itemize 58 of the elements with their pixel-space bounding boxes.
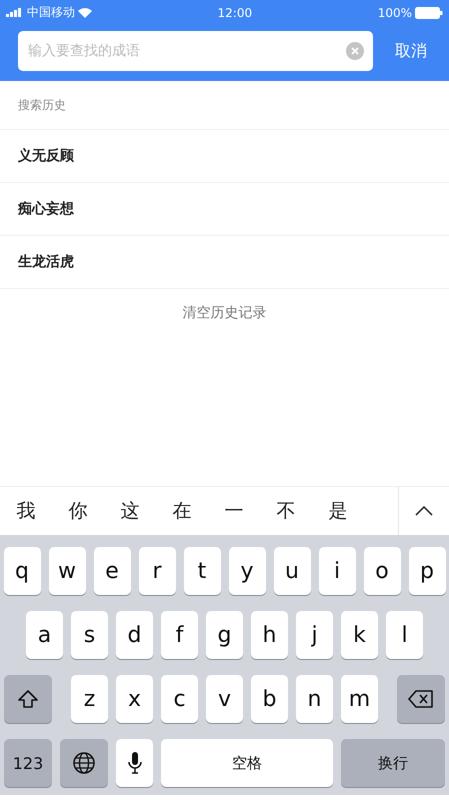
clear-history-button[interactable]: 清空历史记录: [176, 303, 272, 323]
key[interactable]: t: [184, 547, 220, 595]
key[interactable]: w: [48, 547, 86, 595]
search-field[interactable]: 输入要查找的成语: [18, 31, 373, 71]
key[interactable]: f: [161, 611, 198, 659]
candidate-word[interactable]: 我: [0, 498, 52, 524]
clock-time: 12:00: [218, 6, 252, 20]
key[interactable]: p: [408, 547, 446, 595]
section-title: 搜索历史: [18, 96, 66, 114]
microphone-key[interactable]: [116, 739, 153, 787]
key[interactable]: r: [138, 547, 176, 595]
key[interactable]: b: [251, 675, 288, 723]
battery-percent: 100%: [378, 6, 412, 20]
key[interactable]: v: [206, 675, 243, 723]
shift-key[interactable]: [4, 675, 52, 723]
key[interactable]: y: [228, 547, 266, 595]
history-item[interactable]: 生龙活虎: [0, 236, 449, 289]
key[interactable]: q: [4, 547, 40, 595]
key[interactable]: c: [161, 675, 198, 723]
globe-icon: [72, 751, 96, 775]
candidate-word[interactable]: 不: [260, 498, 312, 524]
cancel-button[interactable]: 取消: [373, 40, 449, 62]
key[interactable]: a: [26, 611, 63, 659]
return-key[interactable]: 换行: [341, 739, 445, 787]
candidate-word[interactable]: 一: [208, 498, 260, 524]
candidate-word[interactable]: 在: [156, 498, 208, 524]
signal-icon: [6, 8, 24, 17]
candidate-word[interactable]: 是: [312, 498, 364, 524]
key[interactable]: u: [274, 547, 310, 595]
battery-icon: [415, 6, 443, 18]
key[interactable]: s: [71, 611, 108, 659]
numbers-key[interactable]: 123: [4, 739, 52, 787]
wifi-icon: [78, 8, 92, 18]
delete-key[interactable]: [397, 675, 445, 723]
key[interactable]: g: [206, 611, 243, 659]
history-item[interactable]: 痴心妄想: [0, 183, 449, 236]
history-item[interactable]: 义无反顾: [0, 130, 449, 183]
key[interactable]: i: [318, 547, 356, 595]
key[interactable]: n: [296, 675, 333, 723]
shift-icon: [17, 689, 39, 709]
carrier-name: 中国移动: [27, 4, 75, 21]
microphone-icon: [128, 751, 142, 775]
key[interactable]: o: [364, 547, 400, 595]
key[interactable]: h: [251, 611, 288, 659]
key[interactable]: l: [386, 611, 423, 659]
caret-icon: [415, 506, 433, 516]
globe-key[interactable]: [60, 739, 108, 787]
candidate-word[interactable]: 这: [104, 498, 156, 524]
key[interactable]: j: [296, 611, 333, 659]
candidate-word[interactable]: 你: [52, 498, 104, 524]
space-key[interactable]: 空格: [161, 739, 333, 787]
backspace-icon: [408, 690, 434, 708]
key[interactable]: e: [94, 547, 130, 595]
key[interactable]: z: [71, 675, 108, 723]
key[interactable]: x: [116, 675, 153, 723]
key[interactable]: m: [341, 675, 378, 723]
key[interactable]: k: [341, 611, 378, 659]
key[interactable]: d: [116, 611, 153, 659]
